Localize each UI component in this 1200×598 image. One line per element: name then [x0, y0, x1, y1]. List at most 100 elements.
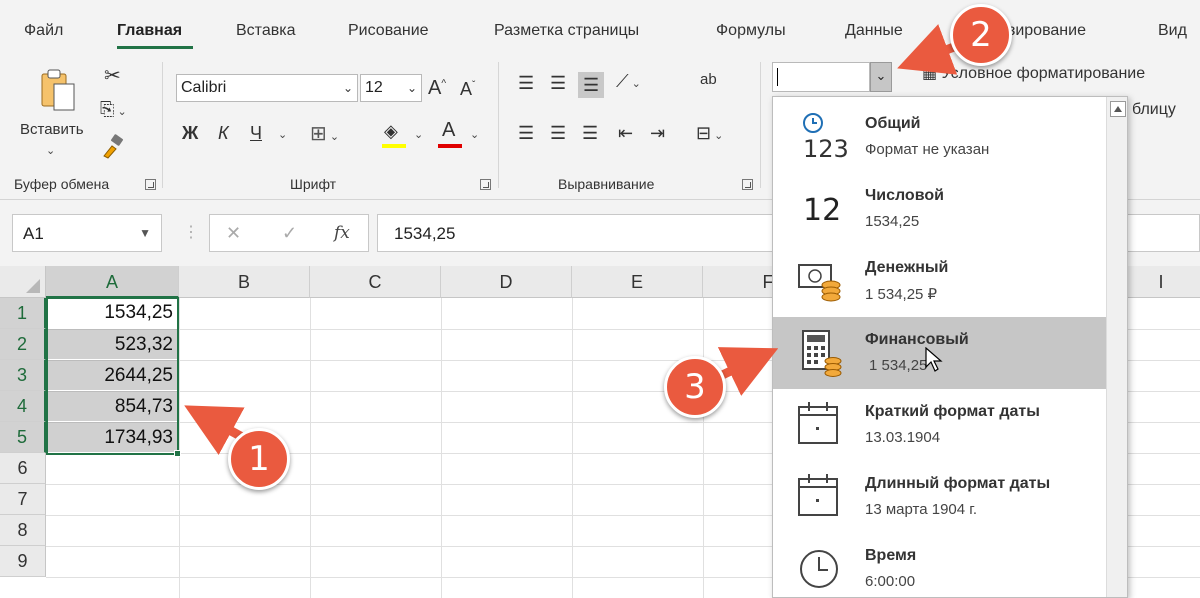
- tab-insert[interactable]: Вставка: [236, 22, 295, 40]
- general-format-glyph: 123: [803, 135, 849, 163]
- number-format-input[interactable]: [772, 62, 870, 92]
- accounting-format-icon: [795, 327, 845, 377]
- tab-view[interactable]: Вид: [1158, 22, 1187, 40]
- select-all-button[interactable]: [0, 266, 46, 298]
- row-header-6[interactable]: 6: [0, 453, 46, 484]
- tab-home[interactable]: Главная: [117, 22, 182, 40]
- align-right-icon[interactable]: ☰: [582, 124, 598, 142]
- format-item-general[interactable]: 123 Общий Формат не указан: [773, 101, 1106, 173]
- paste-button[interactable]: Вставить ⌄: [20, 64, 84, 164]
- row-header-1[interactable]: 1: [0, 298, 46, 329]
- copy-icon[interactable]: ⎘ ⌄: [100, 100, 127, 118]
- format-painter-icon[interactable]: [100, 134, 126, 160]
- dropdown-scrollbar[interactable]: [1106, 97, 1127, 597]
- tab-file[interactable]: Файл: [24, 22, 63, 40]
- row-header-3[interactable]: 3: [0, 360, 46, 391]
- format-item-subtitle: 1 534,25: [869, 357, 928, 374]
- underline-dropdown-icon[interactable]: ⌄: [278, 130, 287, 141]
- fill-color-button[interactable]: ◈: [380, 122, 410, 148]
- orientation-icon[interactable]: ⟋ ⌄: [616, 72, 641, 90]
- format-item-currency[interactable]: Денежный 1 534,25 ₽: [773, 245, 1106, 317]
- grid-line: [441, 298, 442, 598]
- italic-button[interactable]: К: [218, 124, 229, 142]
- underline-button[interactable]: Ч: [250, 124, 262, 142]
- format-item-title: Краткий формат даты: [865, 403, 1040, 420]
- format-item-subtitle: 13 марта 1904 г.: [865, 501, 978, 518]
- selection-border: [46, 297, 179, 455]
- tab-draw[interactable]: Рисование: [348, 22, 429, 40]
- bold-button[interactable]: Ж: [182, 124, 198, 142]
- font-color-button[interactable]: A: [436, 120, 464, 148]
- name-box[interactable]: A1 ▼: [12, 214, 162, 252]
- grid-line: [310, 298, 311, 598]
- column-header-b[interactable]: B: [179, 266, 310, 298]
- decrease-indent-icon[interactable]: ⇤: [618, 124, 633, 142]
- long-date-icon: [795, 471, 845, 521]
- column-header-e[interactable]: E: [572, 266, 703, 298]
- clipboard-group-label: Буфер обмена: [14, 176, 110, 192]
- format-item-title: Длинный формат даты: [865, 475, 1051, 492]
- text-cursor: [777, 68, 778, 86]
- paste-label: Вставить: [20, 121, 84, 138]
- align-bottom-icon[interactable]: ☰: [578, 72, 605, 98]
- tab-data[interactable]: Данные: [845, 22, 903, 40]
- format-item-time[interactable]: Время 6:00:00: [773, 533, 1106, 597]
- column-header-c[interactable]: C: [310, 266, 441, 298]
- font-color-dropdown-icon[interactable]: ⌄: [470, 130, 479, 141]
- align-left-icon[interactable]: ☰: [518, 124, 534, 142]
- scroll-up-icon[interactable]: [1110, 101, 1126, 117]
- cancel-icon[interactable]: ✕: [226, 223, 241, 244]
- number-format-dropdown-button[interactable]: ⌄: [870, 62, 892, 92]
- insert-function-icon[interactable]: fx: [334, 223, 350, 243]
- format-item-subtitle: 6:00:00: [865, 573, 916, 590]
- align-middle-icon[interactable]: ☰: [550, 74, 566, 92]
- fill-handle[interactable]: [174, 450, 181, 457]
- row-header-5[interactable]: 5: [0, 422, 46, 453]
- format-item-long-date[interactable]: Длинный формат даты 13 марта 1904 г.: [773, 461, 1106, 533]
- mouse-cursor-icon: [925, 347, 943, 372]
- ribbon-tabs: Файл Главная Вставка Рисование Разметка …: [0, 0, 1200, 52]
- column-header-a[interactable]: A: [46, 266, 179, 298]
- font-name-select[interactable]: Calibri ⌄: [176, 74, 358, 102]
- clipboard-launcher-icon[interactable]: [145, 179, 156, 190]
- tab-formulas[interactable]: Формулы: [716, 22, 786, 40]
- cut-icon[interactable]: ✂: [104, 66, 121, 86]
- borders-icon[interactable]: ⊞ ⌄: [310, 124, 339, 144]
- formula-buttons: ✕ ✓ fx: [209, 214, 369, 252]
- grow-font-button[interactable]: A^: [428, 78, 446, 98]
- chevron-down-icon: ▼: [139, 226, 151, 240]
- font-size-select[interactable]: 12 ⌄: [360, 74, 422, 102]
- increase-indent-icon[interactable]: ⇥: [650, 124, 665, 142]
- paint-bucket-icon: ◈: [384, 121, 398, 141]
- column-header-d[interactable]: D: [441, 266, 572, 298]
- format-item-title: Время: [865, 547, 917, 564]
- row-header-2[interactable]: 2: [0, 329, 46, 360]
- tab-page-layout[interactable]: Разметка страницы: [494, 22, 639, 40]
- paste-dropdown-icon[interactable]: ⌄: [46, 146, 55, 157]
- format-item-accounting[interactable]: Финансовый 1 534,25: [773, 317, 1106, 389]
- align-top-icon[interactable]: ☰: [518, 74, 534, 92]
- format-item-short-date[interactable]: Краткий формат даты 13.03.1904: [773, 389, 1106, 461]
- wrap-text-icon[interactable]: ab: [700, 72, 717, 87]
- fill-dropdown-icon[interactable]: ⌄: [414, 130, 423, 141]
- number-format-dropdown: 123 Общий Формат не указан 12 Числовой 1…: [772, 96, 1128, 598]
- row-header-7[interactable]: 7: [0, 484, 46, 515]
- short-date-icon: [795, 399, 845, 449]
- merge-center-icon[interactable]: ⊟ ⌄: [696, 124, 723, 142]
- group-separator: [498, 62, 499, 188]
- font-launcher-icon[interactable]: [480, 179, 491, 190]
- align-center-icon[interactable]: ☰: [550, 124, 566, 142]
- resize-handle-icon[interactable]: ⋮: [183, 222, 199, 242]
- shrink-font-button[interactable]: Aˇ: [460, 80, 475, 98]
- enter-icon[interactable]: ✓: [282, 223, 297, 244]
- format-item-number[interactable]: 12 Числовой 1534,25: [773, 173, 1106, 245]
- group-separator: [162, 62, 163, 188]
- row-header-9[interactable]: 9: [0, 546, 46, 577]
- row-header-8[interactable]: 8: [0, 515, 46, 546]
- format-as-table-button[interactable]: блицу: [1132, 102, 1176, 118]
- row-header-4[interactable]: 4: [0, 391, 46, 422]
- alignment-launcher-icon[interactable]: [742, 179, 753, 190]
- conditional-formatting-button[interactable]: ▦ Условное форматирование: [922, 66, 1145, 82]
- tab-review[interactable]: зирование: [1008, 22, 1086, 40]
- grid-line: [572, 298, 573, 598]
